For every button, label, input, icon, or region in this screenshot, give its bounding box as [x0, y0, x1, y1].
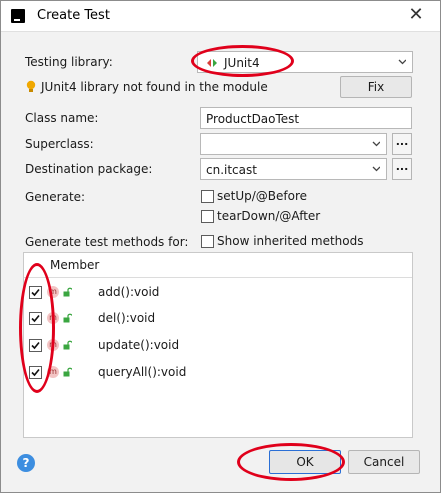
member-name: update():void	[98, 338, 180, 352]
fix-button[interactable]: Fix	[340, 76, 412, 98]
intellij-app-icon	[11, 9, 25, 23]
public-lock-icon	[63, 367, 72, 377]
destination-package-dropdown[interactable]: cn.itcast	[200, 158, 387, 180]
methods-label: Generate test methods for:	[25, 235, 189, 249]
ok-button-label: OK	[296, 455, 314, 469]
members-table: Member m add():void m del():void m updat…	[23, 252, 413, 438]
member-name: queryAll():void	[98, 365, 187, 379]
destination-package-label: Destination package:	[25, 162, 153, 176]
public-lock-icon	[63, 340, 72, 350]
member-name: add():void	[98, 285, 160, 299]
method-icon: m	[47, 366, 59, 378]
member-checkbox[interactable]	[29, 339, 42, 352]
create-test-dialog: Create Test ✕ Testing library: JUnit4 JU…	[0, 0, 441, 493]
teardown-label: tearDown/@After	[217, 209, 321, 223]
member-checkbox[interactable]	[29, 286, 42, 299]
fix-button-label: Fix	[367, 80, 385, 94]
lightbulb-icon	[26, 80, 36, 92]
table-header: Member	[24, 253, 412, 278]
setup-checkbox[interactable]	[201, 190, 214, 203]
title-bar: Create Test ✕	[1, 1, 440, 32]
public-lock-icon	[63, 313, 72, 323]
method-icon: m	[47, 286, 59, 298]
method-icon: m	[47, 339, 59, 351]
window-title: Create Test	[37, 8, 110, 23]
teardown-checkbox[interactable]	[201, 210, 214, 223]
close-button[interactable]: ✕	[406, 5, 426, 25]
member-name: del():void	[98, 311, 156, 325]
method-icon: m	[47, 312, 59, 324]
setup-label: setUp/@Before	[217, 189, 308, 203]
table-row[interactable]: m queryAll():void	[24, 360, 412, 386]
warning-text: JUnit4 library not found in the module	[41, 80, 268, 94]
destination-package-value: cn.itcast	[206, 163, 257, 177]
table-row[interactable]: m del():void	[24, 306, 412, 332]
class-name-value: ProductDaoTest	[206, 112, 300, 126]
chevron-down-icon	[398, 59, 406, 65]
class-name-field[interactable]: ProductDaoTest	[200, 107, 412, 129]
generate-label: Generate:	[25, 190, 86, 204]
member-checkbox[interactable]	[29, 366, 42, 379]
member-checkbox[interactable]	[29, 312, 42, 325]
superclass-browse-button[interactable]: ...	[392, 133, 412, 155]
cancel-button[interactable]: Cancel	[348, 450, 420, 474]
close-icon: ✕	[408, 4, 424, 25]
destination-browse-button[interactable]: ...	[392, 158, 412, 180]
testing-library-label: Testing library:	[25, 55, 113, 69]
testing-library-value: JUnit4	[224, 56, 260, 70]
member-column-header[interactable]: Member	[50, 258, 99, 272]
show-inherited-checkbox[interactable]	[201, 235, 214, 248]
public-lock-icon	[63, 287, 72, 297]
testing-library-dropdown[interactable]: JUnit4	[197, 51, 413, 73]
cancel-button-label: Cancel	[363, 455, 405, 469]
chevron-down-icon	[372, 166, 380, 172]
chevron-down-icon	[372, 141, 380, 147]
superclass-label: Superclass:	[25, 137, 94, 151]
junit-icon	[207, 59, 217, 67]
table-row[interactable]: m update():void	[24, 333, 412, 359]
superclass-dropdown[interactable]	[200, 133, 387, 155]
table-row[interactable]: m add():void	[24, 280, 412, 306]
class-name-label: Class name:	[25, 111, 99, 125]
help-button[interactable]: ?	[17, 454, 35, 472]
show-inherited-label: Show inherited methods	[217, 234, 364, 248]
ok-button[interactable]: OK	[269, 450, 341, 474]
